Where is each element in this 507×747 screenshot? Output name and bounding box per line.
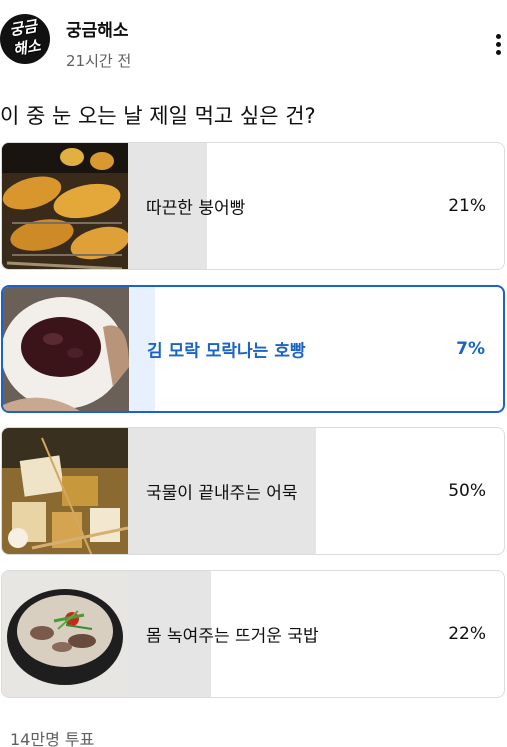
channel-name[interactable]: 궁금해소 [66, 16, 129, 41]
gukbap-photo [2, 571, 128, 697]
poll-option-percent: 21% [448, 196, 486, 216]
poll-option-label: 몸 녹여주는 뜨거운 국밥 [146, 626, 319, 647]
poll-option-label: 국물이 끝내주는 어묵 [146, 483, 298, 504]
poll-option-gukbap[interactable]: 몸 녹여주는 뜨거운 국밥 22% [1, 570, 505, 698]
avatar-logo-text: 궁금 해소 [8, 16, 42, 60]
channel-avatar[interactable]: 궁금 해소 [0, 14, 50, 64]
bungeoppang-photo [2, 143, 128, 269]
post-header: 궁금 해소 궁금해소 21시간 전 [0, 0, 507, 80]
poll-option-percent: 50% [448, 481, 486, 501]
poll-option-percent: 22% [448, 624, 486, 644]
eomuk-photo [2, 428, 128, 554]
poll-option-eomuk[interactable]: 국물이 끝내주는 어묵 50% [1, 427, 505, 555]
hoppang-photo [3, 287, 129, 411]
poll-option-hoppang[interactable]: 김 모락 모락나는 호빵 7% [1, 285, 505, 413]
poll-question: 이 중 눈 오는 날 제일 먹고 싶은 건? [0, 104, 316, 128]
more-options-icon[interactable] [488, 30, 507, 60]
vote-count: 14만명 투표 [10, 730, 95, 747]
post-time: 21시간 전 [66, 52, 132, 70]
poll-option-label: 따끈한 붕어빵 [146, 198, 246, 219]
poll-option-bungeoppang[interactable]: 따끈한 붕어빵 21% [1, 142, 505, 270]
poll-option-percent: 7% [456, 339, 485, 359]
poll-option-label: 김 모락 모락나는 호빵 [147, 341, 306, 362]
